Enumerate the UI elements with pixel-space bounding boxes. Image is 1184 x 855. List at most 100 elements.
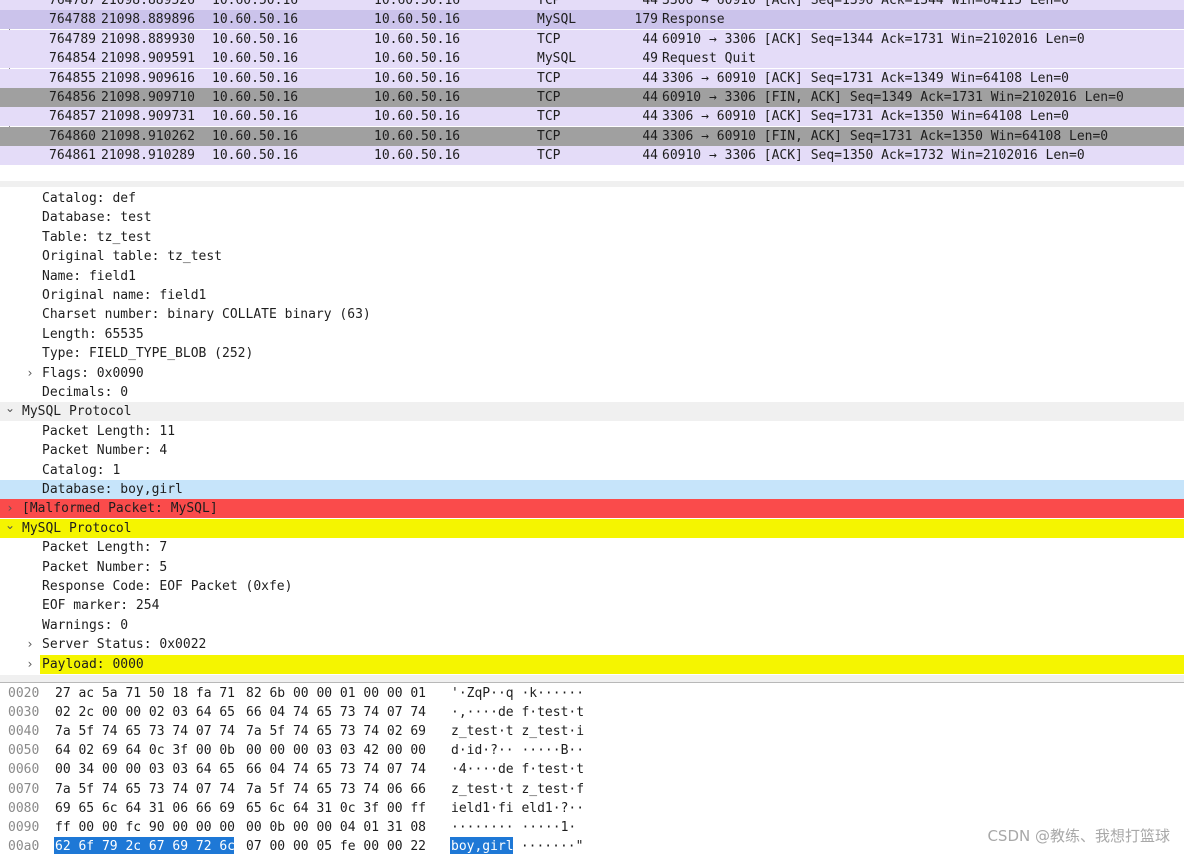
bytes-ascii[interactable]: ·,····de f·test·t [451, 703, 584, 722]
detail-row[interactable]: Catalog: def [0, 189, 1184, 208]
bytes-hex-group1[interactable]: 27 ac 5a 71 50 18 fa 71 [55, 684, 235, 703]
bytes-hex-group2[interactable]: 82 6b 00 00 01 00 00 01 [246, 684, 426, 703]
packet-destination: 10.60.50.16 [374, 31, 461, 47]
detail-row[interactable]: Packet Number: 4 [0, 441, 1184, 460]
bytes-ascii[interactable]: ·······" [513, 837, 584, 855]
bytes-row[interactable]: 0020 27 ac 5a 71 50 18 fa 71 '·ZqP··q ·k··… [0, 684, 1184, 703]
bytes-hex-group2[interactable]: 07 00 00 05 fe 00 00 22 [246, 837, 426, 855]
bytes-row[interactable]: 0080 69 65 6c 64 31 06 66 69 ield1·fi eld1… [0, 799, 1184, 818]
bytes-ascii[interactable]: z_test·t z_test·f [451, 780, 584, 799]
detail-row[interactable]: Response Code: EOF Packet (0xfe) [0, 577, 1184, 596]
bytes-hex-group1[interactable]: 62 6f 79 2c 67 69 72 6c [55, 837, 235, 855]
packet-row[interactable]: 764856 21098.909710 10.60.50.16 10.60.50.16… [0, 88, 1184, 107]
bytes-hex-group1[interactable]: ff 00 00 fc 90 00 00 00 [55, 818, 235, 837]
packet-list-pane[interactable]: 764787 21098.889526 10.60.50.16 10.60.50.16… [0, 0, 1184, 182]
bytes-hex-group1[interactable]: 02 2c 00 00 02 03 64 65 [55, 703, 235, 722]
bytes-hex-group2[interactable]: 7a 5f 74 65 73 74 02 69 [246, 722, 426, 741]
detail-row[interactable]: Length: 65535 [0, 325, 1184, 344]
bytes-hex-group1[interactable]: 7a 5f 74 65 73 74 07 74 [55, 780, 235, 799]
packet-info: 3306 → 60910 [FIN, ACK] Seq=1731 Ack=135… [662, 128, 1109, 144]
bytes-hex-group1[interactable]: 64 02 69 64 0c 3f 00 0b [55, 741, 235, 760]
packet-row[interactable]: 764860 21098.910262 10.60.50.16 10.60.50.16… [0, 126, 1184, 146]
bytes-hex-group2[interactable]: 66 04 74 65 73 74 07 74 [246, 760, 426, 779]
pane-splitter-bottom[interactable] [0, 675, 1184, 682]
detail-row[interactable]: Database: test [0, 208, 1184, 227]
packet-row[interactable]: 764855 21098.909616 10.60.50.16 10.60.50.16… [0, 68, 1184, 88]
packet-row[interactable]: 764854 21098.909591 10.60.50.16 10.60.50.16… [0, 49, 1184, 69]
bytes-row[interactable]: 0040 7a 5f 74 65 73 74 07 74 z_test·t z_te… [0, 722, 1184, 741]
collapse-arrow-icon[interactable]: › [24, 635, 36, 654]
bytes-ascii[interactable]: z_test·t z_test·i [451, 722, 584, 741]
bytes-hex-group2[interactable]: 65 6c 64 31 0c 3f 00 ff [246, 799, 426, 818]
packet-destination: 10.60.50.16 [374, 128, 461, 144]
bytes-hex-group2[interactable]: 00 00 00 03 03 42 00 00 [246, 741, 426, 760]
bytes-offset: 0050 [8, 743, 40, 759]
detail-text: Packet Length: 7 [42, 540, 168, 556]
bytes-row[interactable]: 0050 64 02 69 64 0c 3f 00 0b d·id·?·· ····… [0, 741, 1184, 760]
detail-text: Packet Number: 5 [42, 559, 168, 575]
packet-time: 21098.889896 [101, 12, 195, 28]
detail-row[interactable]: Packet Number: 5 [0, 558, 1184, 577]
bytes-ascii[interactable]: '·ZqP··q ·k······ [451, 684, 584, 703]
packet-details-pane[interactable]: Catalog: def Database: test Table: tz_test… [0, 187, 1184, 674]
detail-text: Original name: field1 [42, 288, 207, 303]
bytes-offset: 0020 [8, 686, 40, 701]
packet-destination: 10.60.50.16 [374, 51, 461, 67]
packet-time: 21098.909710 [101, 90, 195, 105]
detail-text: Packet Length: 11 [42, 423, 176, 439]
bytes-ascii[interactable]: ield1·fi eld1·?·· [451, 799, 584, 818]
packet-time: 21098.909731 [101, 109, 195, 125]
detail-row[interactable]: Decimals: 0 [0, 383, 1184, 402]
packet-row[interactable]: 764787 21098.889526 10.60.50.16 10.60.50.16… [0, 0, 1184, 10]
packet-row[interactable]: 764857 21098.909731 10.60.50.16 10.60.50.16… [0, 107, 1184, 127]
detail-row[interactable]: Table: tz_test [0, 228, 1184, 247]
packet-row[interactable]: 764861 21098.910289 10.60.50.16 10.60.50.16… [0, 146, 1184, 166]
detail-row[interactable]: Warnings: 0 [0, 616, 1184, 635]
packet-time: 21098.909591 [101, 51, 195, 67]
packet-protocol: TCP [537, 31, 561, 47]
bytes-ascii[interactable]: ········ ·····1· [451, 818, 576, 837]
bytes-hex-group2[interactable]: 7a 5f 74 65 73 74 06 66 [246, 780, 426, 799]
detail-row[interactable]: EOF marker: 254 [0, 596, 1184, 615]
detail-text: Packet Number: 4 [42, 443, 168, 459]
detail-row[interactable]: Original table: tz_test [0, 247, 1184, 266]
bytes-ascii[interactable]: ·4····de f·test·t [451, 760, 584, 779]
detail-row[interactable]: Name: field1 [0, 267, 1184, 286]
detail-row[interactable]: Original name: field1 [0, 286, 1184, 305]
bytes-ascii-highlight[interactable]: boy,girl [451, 837, 514, 855]
expand-arrow-icon[interactable]: ⌄ [4, 399, 16, 418]
detail-row[interactable]: Type: FIELD_TYPE_BLOB (252) [0, 344, 1184, 363]
detail-row[interactable]: ⌄ MySQL Protocol [0, 516, 1184, 538]
bytes-hex-group2[interactable]: 66 04 74 65 73 74 07 74 [246, 703, 426, 722]
detail-row[interactable]: › Server Status: 0x0022 [0, 635, 1184, 654]
detail-row[interactable]: Charset number: binary COLLATE binary (6… [0, 305, 1184, 324]
detail-row[interactable]: › Payload: 0000 [0, 654, 1184, 674]
detail-row[interactable]: ⌄ MySQL Protocol [0, 399, 1184, 422]
packet-length: 44 [642, 128, 658, 144]
detail-row[interactable]: Catalog: 1 [0, 461, 1184, 480]
packet-row[interactable]: 764789 21098.889930 10.60.50.16 10.60.50.16… [0, 29, 1184, 49]
packet-protocol: MySQL [537, 51, 577, 67]
packet-number: 764857 [49, 109, 96, 125]
detail-row[interactable]: Packet Length: 11 [0, 422, 1184, 441]
bytes-row[interactable]: 0070 7a 5f 74 65 73 74 07 74 z_test·t z_te… [0, 780, 1184, 799]
bytes-hex-group1[interactable]: 7a 5f 74 65 73 74 07 74 [55, 722, 235, 741]
packet-row[interactable]: 764788 21098.889896 10.60.50.16 10.60.50.16… [0, 10, 1184, 30]
bytes-hex-group1[interactable]: 00 34 00 00 03 03 64 65 [55, 760, 235, 779]
collapse-arrow-icon[interactable]: › [24, 364, 36, 383]
detail-row[interactable]: Packet Length: 7 [0, 538, 1184, 557]
collapse-arrow-icon[interactable]: › [24, 655, 36, 674]
detail-row[interactable]: › Flags: 0x0090 [0, 364, 1184, 383]
bytes-hex-group1[interactable]: 69 65 6c 64 31 06 66 69 [55, 799, 235, 818]
bytes-row[interactable]: 0030 02 2c 00 00 02 03 64 65 ·,····de f·te… [0, 703, 1184, 722]
detail-text: Decimals: 0 [42, 385, 129, 400]
payload-highlight [40, 654, 1184, 674]
detail-row[interactable]: › [Malformed Packet: MySQL] [0, 499, 1184, 519]
packet-time: 21098.889930 [101, 31, 195, 47]
expand-arrow-icon[interactable]: ⌄ [4, 516, 16, 535]
bytes-ascii[interactable]: d·id·?·· ·····B·· [451, 741, 584, 760]
detail-row[interactable]: Database: boy,girl [0, 480, 1184, 499]
bytes-row[interactable]: 0060 00 34 00 00 03 03 64 65 ·4····de f·te… [0, 760, 1184, 779]
bytes-hex-group2[interactable]: 00 0b 00 00 04 01 31 08 [246, 818, 426, 837]
packet-length: 44 [642, 109, 658, 125]
